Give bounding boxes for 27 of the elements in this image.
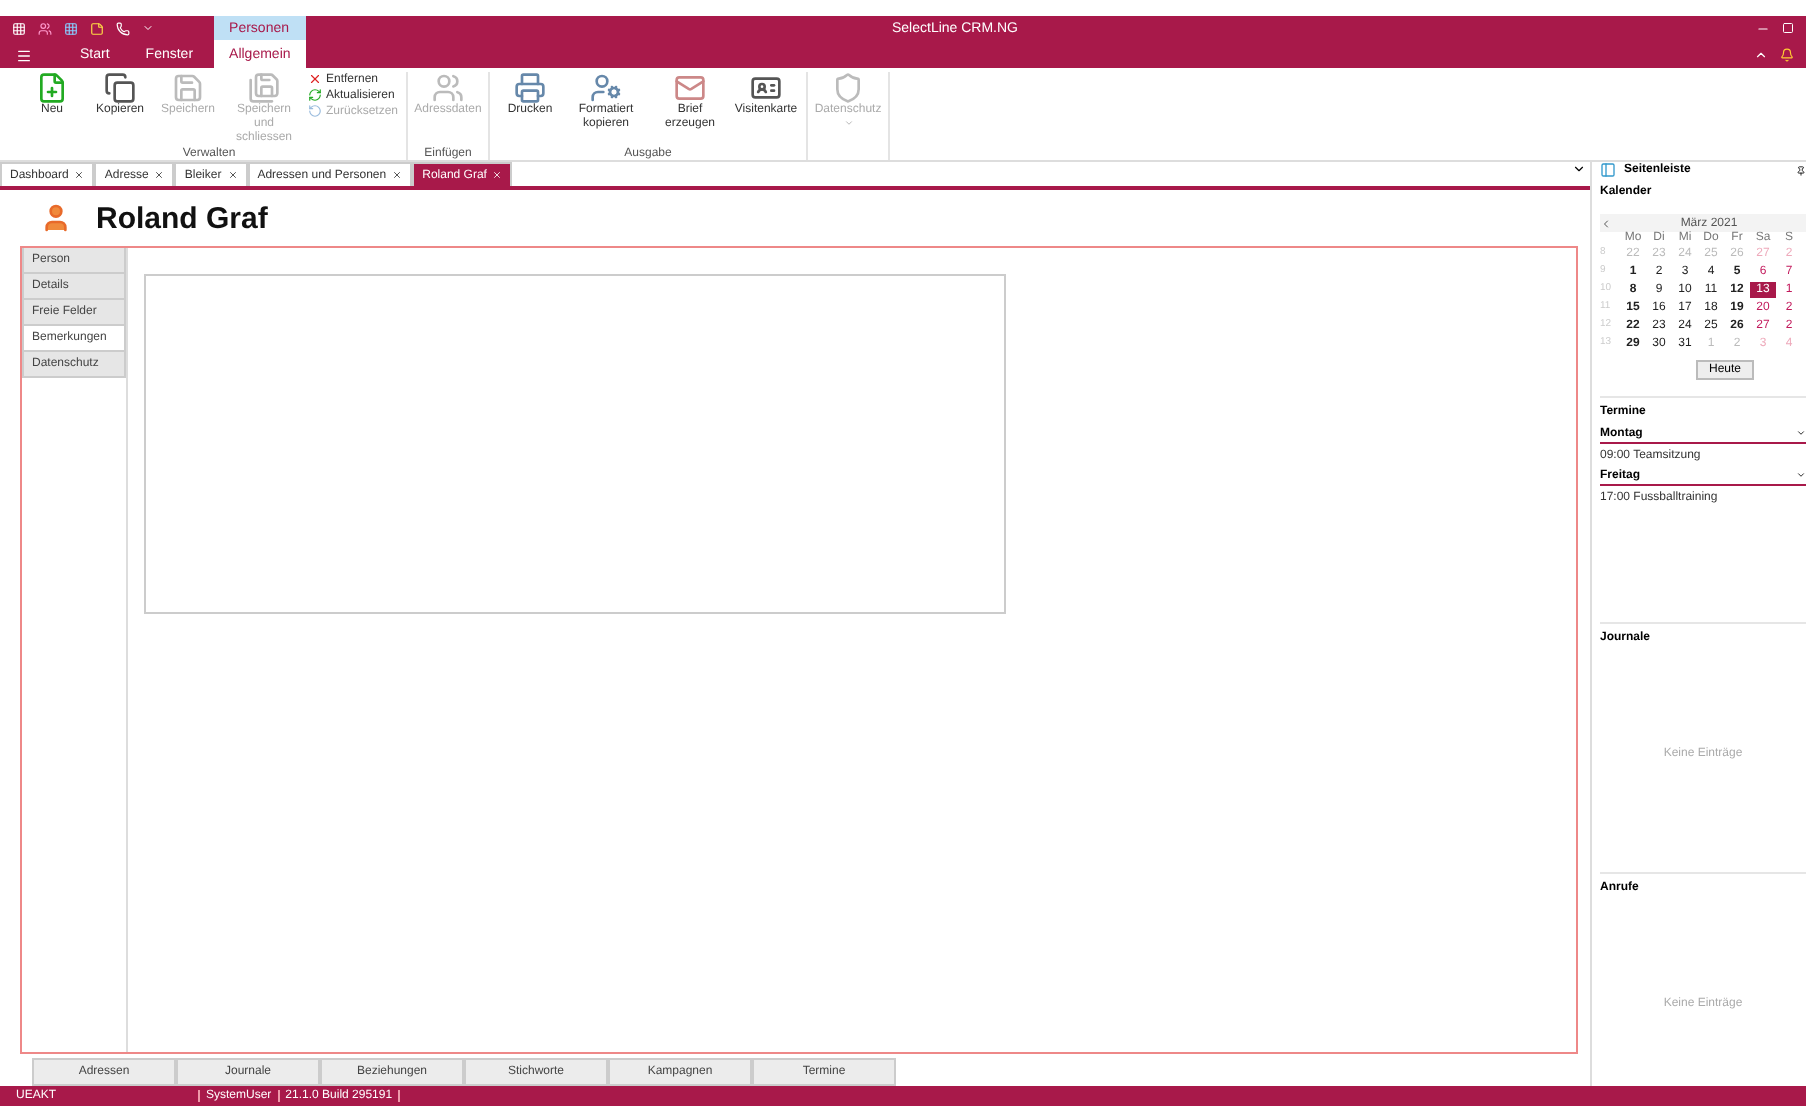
person-icon [40, 202, 72, 234]
bell-icon[interactable] [1780, 48, 1794, 62]
note-icon[interactable] [90, 21, 104, 35]
pin-icon[interactable] [1796, 165, 1806, 175]
menu-icon[interactable] [16, 48, 32, 64]
ribbon-icon [248, 72, 280, 104]
people-icon[interactable] [38, 21, 52, 35]
caret-icon [1796, 470, 1806, 480]
ribbon-icon [750, 72, 783, 104]
phone-icon[interactable] [116, 21, 130, 35]
caret-icon [843, 118, 854, 128]
ribbon-icon [432, 72, 465, 104]
restore-icon[interactable] [1782, 22, 1794, 34]
grid-icon[interactable] [64, 21, 78, 35]
ribbon-icon [590, 72, 623, 104]
record-title: Roland Graf [96, 201, 268, 235]
ribbon-icon [36, 72, 68, 104]
caret-icon[interactable] [1572, 162, 1586, 176]
sidebar-icon [1600, 162, 1616, 178]
ribbon-icon [832, 72, 865, 104]
ribbon-icon [514, 72, 547, 104]
caret-icon [1796, 428, 1806, 438]
collapse-icon[interactable] [1754, 48, 1768, 62]
ribbon-icon [674, 72, 707, 104]
notes-field[interactable] [144, 274, 1006, 614]
ribbon-icon [104, 72, 136, 104]
ribbon-icon [172, 72, 204, 104]
